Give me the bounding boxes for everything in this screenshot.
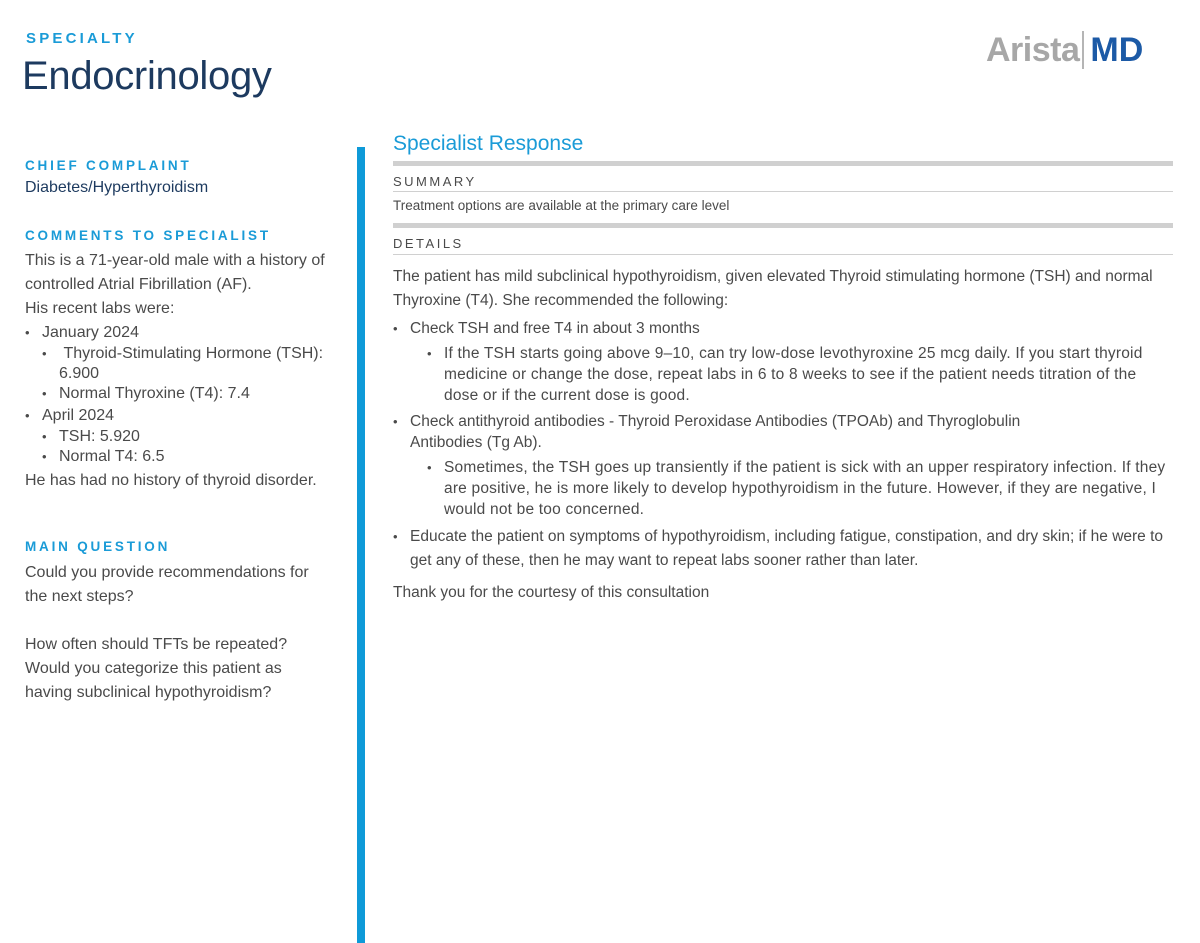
section-rule — [393, 254, 1173, 255]
question-1: Could you provide recommendations for th… — [25, 564, 309, 605]
question-3: Would you categorize this patient as hav… — [25, 660, 282, 701]
chief-complaint-heading: CHIEF COMPLAINT — [25, 158, 192, 173]
lab-date: January 2024 — [42, 324, 139, 341]
comments-body: This is a 71-year-old male with a histor… — [25, 249, 345, 493]
main-question-body: Could you provide recommendations for th… — [25, 561, 325, 705]
recommendation-subitem: If the TSH starts going above 9–10, can … — [410, 343, 1173, 406]
summary-text: Treatment options are available at the p… — [393, 198, 730, 213]
comments-intro: This is a 71-year-old male with a histor… — [25, 252, 325, 293]
specialist-response-title: Specialist Response — [393, 132, 584, 155]
divider-bar — [357, 147, 365, 943]
logo-divider — [1082, 31, 1085, 69]
specialty-label: SPECIALTY — [26, 30, 138, 47]
specialty-name: Endocrinology — [22, 54, 272, 98]
lab-group: April 2024 TSH: 5.920 Normal T4: 6.5 — [25, 406, 345, 467]
recommendation-subitem: Sometimes, the TSH goes up transiently i… — [410, 457, 1173, 520]
labs-intro: His recent labs were: — [25, 300, 175, 317]
aristamd-logo: Arista MD — [986, 30, 1143, 70]
details-body: The patient has mild subclinical hypothy… — [393, 265, 1173, 605]
recommendation-item: Educate the patient on symptoms of hypot… — [393, 525, 1173, 573]
lab-item: Normal Thyroxine (T4): 7.4 — [42, 384, 345, 404]
lab-item: Thyroid-Stimulating Hormone (TSH): 6.900 — [42, 344, 345, 384]
closing-thanks: Thank you for the courtesy of this consu… — [393, 584, 710, 601]
logo-md: MD — [1090, 30, 1144, 69]
comments-heading: COMMENTS TO SPECIALIST — [25, 228, 271, 243]
recommendation-item: Check TSH and free T4 in about 3 months … — [393, 318, 1173, 406]
comments-closing: He has had no history of thyroid disorde… — [25, 472, 317, 489]
labs-list: January 2024 Thyroid-Stimulating Hormone… — [25, 323, 345, 467]
lab-date: April 2024 — [42, 407, 115, 424]
section-rule — [393, 161, 1173, 166]
lab-group: January 2024 Thyroid-Stimulating Hormone… — [25, 323, 345, 404]
question-2: How often should TFTs be repeated? — [25, 636, 288, 653]
lab-item: Normal T4: 6.5 — [42, 447, 345, 467]
logo-arista: Arista — [986, 30, 1080, 69]
summary-heading: SUMMARY — [393, 174, 477, 189]
details-heading: DETAILS — [393, 236, 464, 251]
lab-item: TSH: 5.920 — [42, 427, 345, 447]
main-question-heading: MAIN QUESTION — [25, 539, 171, 554]
chief-complaint-value: Diabetes/Hyperthyroidism — [25, 179, 209, 196]
recommendation-item: Check antithyroid antibodies - Thyroid P… — [393, 411, 1173, 520]
recommendations-list: Check TSH and free T4 in about 3 months … — [393, 318, 1173, 573]
section-rule — [393, 223, 1173, 228]
details-intro: The patient has mild subclinical hypothy… — [393, 268, 1153, 309]
section-rule — [393, 191, 1173, 192]
